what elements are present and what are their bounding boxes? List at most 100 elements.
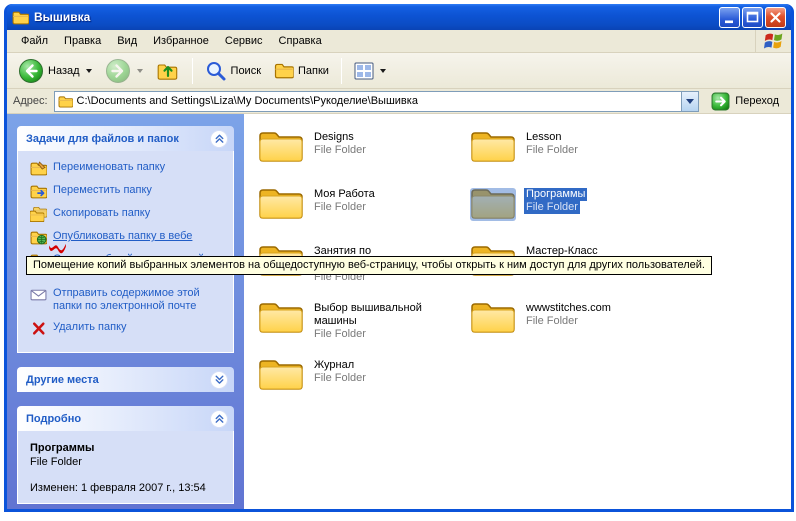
folder-icon-selected [470,185,516,221]
menu-favorites[interactable]: Избранное [145,32,217,50]
chevron-up-icon [213,132,226,145]
close-button[interactable] [765,7,786,28]
file-item-lesson[interactable]: LessonFile Folder [470,128,675,185]
task-label: Переименовать папку [53,161,165,174]
file-item-designs[interactable]: DesignsFile Folder [258,128,463,185]
task-move-folder[interactable]: Переместить папку [30,184,229,199]
address-folder-icon [58,95,73,108]
file-item-moya-rabota[interactable]: Моя РаботаFile Folder [258,185,463,242]
task-publish-folder-to-web[interactable]: Опубликовать папку в вебе [30,230,229,245]
tasks-panel-header[interactable]: Задачи для файлов и папок [17,126,234,151]
other-places-title: Другие места [26,374,99,386]
menu-view[interactable]: Вид [109,32,145,50]
task-label: Отправить содержимое этой папки по элект… [53,287,229,313]
back-dropdown-icon[interactable] [86,69,92,73]
task-delete-folder[interactable]: Удалить папку [30,321,229,336]
task-label: Скопировать папку [53,207,150,220]
chevron-down-icon [213,373,226,386]
folder-icon [470,299,516,335]
go-arrow-icon [711,92,730,111]
details-panel-header[interactable]: Подробно [17,406,234,431]
search-button-label: Поиск [231,65,261,77]
window-content: Задачи для файлов и папок Переименовать … [7,114,791,509]
file-type: File Folder [524,201,580,214]
up-button[interactable] [151,57,185,85]
other-places-header[interactable]: Другие места [17,367,234,392]
folder-icon [258,299,304,335]
task-email-folder[interactable]: Отправить содержимое этой папки по элект… [30,287,229,313]
menu-file[interactable]: Файл [13,32,56,50]
up-folder-icon [156,60,180,82]
file-type: File Folder [312,328,368,341]
file-type: File Folder [524,315,580,328]
file-type: File Folder [312,201,368,214]
file-folder-tasks-panel: Задачи для файлов и папок Переименовать … [17,126,234,353]
file-item-wwwstitches[interactable]: wwwstitches.comFile Folder [470,299,675,356]
file-name: Выбор вышивальной машины [312,302,463,328]
back-button[interactable]: Назад [13,55,97,87]
copy-folder-icon [30,207,47,222]
file-name: Lesson [524,131,563,144]
window-folder-icon [12,10,29,25]
file-type: File Folder [312,372,368,385]
file-name: wwwstitches.com [524,302,613,315]
details-panel: Подробно Программы File Folder Изменен: … [17,406,234,504]
task-rename-folder[interactable]: Переименовать папку [30,161,229,176]
address-label: Адрес: [13,95,48,107]
file-type: File Folder [312,144,368,157]
file-list-area[interactable]: DesignsFile Folder Моя РаботаFile Folder… [244,114,791,509]
other-places-panel: Другие места [17,367,234,392]
menu-tools[interactable]: Сервис [217,32,271,50]
toolbar-separator [192,58,193,84]
title-bar[interactable]: Вышивка [7,4,791,30]
forward-arrow-icon [105,58,131,84]
task-pane-sidebar: Задачи для файлов и папок Переименовать … [7,114,244,509]
file-name: Моя Работа [312,188,377,201]
file-name: Программы [524,188,587,201]
folders-button[interactable]: Папки [269,59,334,82]
search-icon [205,60,227,82]
folders-icon [274,62,294,79]
menu-edit[interactable]: Правка [56,32,109,50]
email-icon [30,287,47,302]
address-bar: Адрес: Переход [7,89,791,114]
chevron-up-icon [213,412,226,425]
file-type: File Folder [524,144,580,157]
collapse-panel-button[interactable] [210,410,228,428]
standard-buttons-toolbar: Назад Поиск Папки [7,53,791,89]
minimize-button[interactable] [719,7,740,28]
menu-bar: Файл Правка Вид Избранное Сервис Справка [7,30,791,53]
forward-dropdown-icon [137,69,143,73]
folder-icon [258,128,304,164]
task-label: Удалить папку [53,321,127,334]
task-copy-folder[interactable]: Скопировать папку [30,207,229,222]
file-item-vybor-mashiny[interactable]: Выбор вышивальной машиныFile Folder [258,299,463,356]
folder-icon [470,128,516,164]
tasks-panel-body: Переименовать папку Переместить папку Ск… [17,151,234,353]
forward-button[interactable] [100,55,148,87]
tasks-panel-title: Задачи для файлов и папок [26,133,179,145]
details-item-modified: Изменен: 1 февраля 2007 г., 13:54 [30,481,229,495]
address-combobox[interactable] [54,91,700,112]
views-dropdown-icon [380,69,386,73]
menu-help[interactable]: Справка [271,32,330,50]
file-item-zhurnal[interactable]: ЖурналFile Folder [258,356,463,413]
windows-logo-icon [755,30,791,52]
publish-task-tooltip: Помещение копий выбранных элементов на о… [26,256,712,275]
collapse-panel-button[interactable] [210,130,228,148]
details-item-type: File Folder [30,455,229,469]
maximize-button[interactable] [742,7,763,28]
address-input[interactable] [77,93,678,110]
back-arrow-icon [18,58,44,84]
address-dropdown-button[interactable] [681,92,698,111]
task-label: Переместить папку [53,184,152,197]
go-button-label: Переход [735,95,779,107]
explorer-window: Вышивка Файл Правка Вид Избранное Сервис… [4,4,794,512]
delete-icon [30,321,47,336]
file-name: Журнал [312,359,356,372]
file-item-programmy-selected[interactable]: ПрограммыFile Folder [470,185,675,242]
expand-panel-button[interactable] [210,371,228,389]
search-button[interactable]: Поиск [200,57,266,85]
go-button[interactable]: Переход [705,90,785,113]
views-button[interactable] [349,58,391,84]
